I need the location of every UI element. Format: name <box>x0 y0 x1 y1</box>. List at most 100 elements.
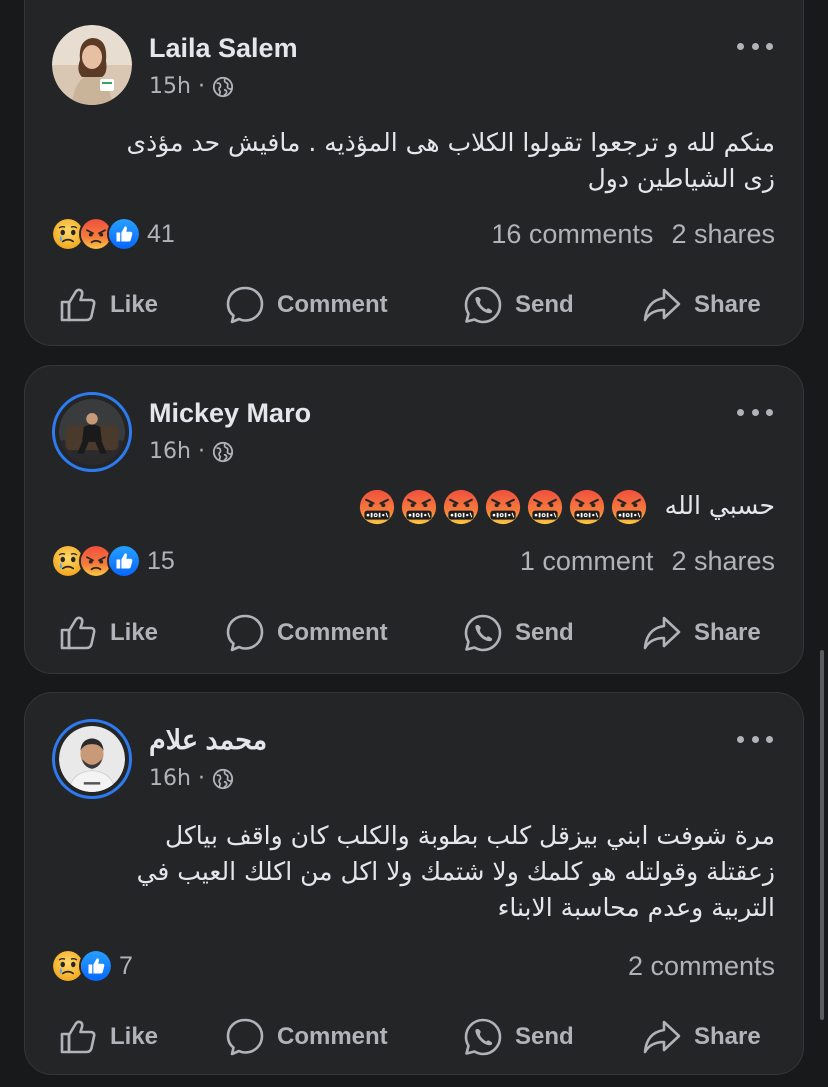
post-meta: 16h · <box>149 439 234 464</box>
post-actions: Like Comment Send Share <box>25 1013 805 1061</box>
post-stats: 2 comments <box>628 951 775 982</box>
post-meta: 16h · <box>149 766 234 791</box>
post-card: محمد علام 16h · مرة شوفت ابني بيزقل كلب … <box>24 692 804 1075</box>
news-feed: Laila Salem 15h · منكم لله و ترجعوا تقول… <box>0 0 828 1087</box>
send-button[interactable]: Send <box>463 1013 574 1061</box>
post-text-words: حسبي الله <box>664 491 775 520</box>
send-button[interactable]: Send <box>463 609 574 657</box>
angry-symbols-emoji-icon <box>443 489 479 525</box>
author-name[interactable]: محمد علام <box>149 725 267 756</box>
like-label: Like <box>110 1023 159 1050</box>
reaction-count: 7 <box>119 951 133 980</box>
share-arrow-icon <box>642 285 682 325</box>
comment-label: Comment <box>277 291 388 318</box>
angry-symbols-emoji-icon <box>359 489 395 525</box>
post-text-line: مرة شوفت ابني بيزقل كلب بطوبة والكلب كان… <box>164 821 775 850</box>
share-label: Share <box>694 619 761 646</box>
whatsapp-icon <box>463 1017 503 1057</box>
share-arrow-icon <box>642 1017 682 1057</box>
meta-separator: · <box>197 74 205 99</box>
globe-icon <box>212 768 234 790</box>
shares-count[interactable]: 2 shares <box>671 219 775 250</box>
post-actions: Like Comment Send Share <box>25 609 805 657</box>
author-avatar[interactable] <box>52 719 132 799</box>
scrollbar[interactable] <box>820 650 824 1020</box>
post-text-line: التربية وعدم محاسبة الابناء <box>497 893 775 922</box>
angry-symbols-emoji-icon <box>485 489 521 525</box>
post-text: مرة شوفت ابني بيزقل كلب بطوبة والكلب كان… <box>45 818 775 926</box>
share-button[interactable]: Share <box>642 1013 761 1061</box>
more-options-icon[interactable] <box>737 733 773 745</box>
author-name[interactable]: Mickey Maro <box>149 398 311 429</box>
send-label: Send <box>515 1023 574 1050</box>
comments-count[interactable]: 2 comments <box>628 951 775 982</box>
like-label: Like <box>110 291 159 318</box>
more-options-icon[interactable] <box>737 406 773 418</box>
like-reaction-icon <box>79 949 113 983</box>
reactions-summary[interactable]: 15 <box>51 544 175 578</box>
post-meta: 15h · <box>149 74 234 99</box>
post-stats: 1 comment 2 shares <box>520 546 775 577</box>
share-label: Share <box>694 1023 761 1050</box>
like-button[interactable]: Like <box>58 281 158 329</box>
angry-symbols-emoji-icon <box>401 489 437 525</box>
post-actions: Like Comment Send Share <box>25 281 805 329</box>
share-button[interactable]: Share <box>642 281 761 329</box>
author-avatar[interactable] <box>52 392 132 472</box>
comment-bubble-icon <box>225 285 265 325</box>
whatsapp-icon <box>463 613 503 653</box>
meta-separator: · <box>197 766 205 791</box>
thumbs-up-icon <box>58 1017 98 1057</box>
reactions-summary[interactable]: 41 <box>51 217 175 251</box>
shares-count[interactable]: 2 shares <box>671 546 775 577</box>
post-card: Laila Salem 15h · منكم لله و ترجعوا تقول… <box>24 0 804 346</box>
post-card: Mickey Maro 16h · حسبي الله 15 1 comment… <box>24 365 804 674</box>
comment-bubble-icon <box>225 613 265 653</box>
like-reaction-icon <box>107 544 141 578</box>
author-name[interactable]: Laila Salem <box>149 33 298 64</box>
post-text: منكم لله و ترجعوا تقولوا الكلاب هى المؤذ… <box>45 125 775 197</box>
comment-button[interactable]: Comment <box>225 281 388 329</box>
globe-icon <box>212 441 234 463</box>
send-label: Send <box>515 291 574 318</box>
avatar-photo <box>59 399 125 465</box>
post-text-line: منكم لله و ترجعوا تقولوا الكلاب هى المؤذ… <box>126 128 775 157</box>
angry-emoji-row <box>359 489 647 525</box>
comments-count[interactable]: 16 comments <box>491 219 653 250</box>
comment-label: Comment <box>277 619 388 646</box>
avatar-photo <box>59 726 125 792</box>
reaction-count: 15 <box>147 546 175 575</box>
angry-symbols-emoji-icon <box>527 489 563 525</box>
like-button[interactable]: Like <box>58 609 158 657</box>
avatar-photo <box>52 25 132 105</box>
comment-bubble-icon <box>225 1017 265 1057</box>
comments-count[interactable]: 1 comment <box>520 546 654 577</box>
like-reaction-icon <box>107 217 141 251</box>
more-options-icon[interactable] <box>737 40 773 52</box>
thumbs-up-icon <box>58 613 98 653</box>
send-button[interactable]: Send <box>463 281 574 329</box>
like-label: Like <box>110 619 159 646</box>
send-label: Send <box>515 619 574 646</box>
author-avatar[interactable] <box>52 25 132 105</box>
reactions-summary[interactable]: 7 <box>51 949 133 983</box>
post-time[interactable]: 16h <box>149 439 191 464</box>
whatsapp-icon <box>463 285 503 325</box>
reaction-count: 41 <box>147 219 175 248</box>
like-button[interactable]: Like <box>58 1013 158 1061</box>
post-text-line: زى الشياطين دول <box>587 164 775 193</box>
post-time[interactable]: 16h <box>149 766 191 791</box>
comment-button[interactable]: Comment <box>225 609 388 657</box>
thumbs-up-icon <box>58 285 98 325</box>
share-label: Share <box>694 291 761 318</box>
post-text-line: حسبي الله <box>45 488 775 525</box>
meta-separator: · <box>197 439 205 464</box>
comment-button[interactable]: Comment <box>225 1013 388 1061</box>
post-text-line: زعقتلة وقولتله هو كلمك ولا شتمك ولا اكل … <box>136 857 775 886</box>
angry-symbols-emoji-icon <box>569 489 605 525</box>
post-stats: 16 comments 2 shares <box>491 219 775 250</box>
post-time[interactable]: 15h <box>149 74 191 99</box>
angry-symbols-emoji-icon <box>611 489 647 525</box>
post-text: حسبي الله <box>45 488 775 525</box>
share-button[interactable]: Share <box>642 609 761 657</box>
